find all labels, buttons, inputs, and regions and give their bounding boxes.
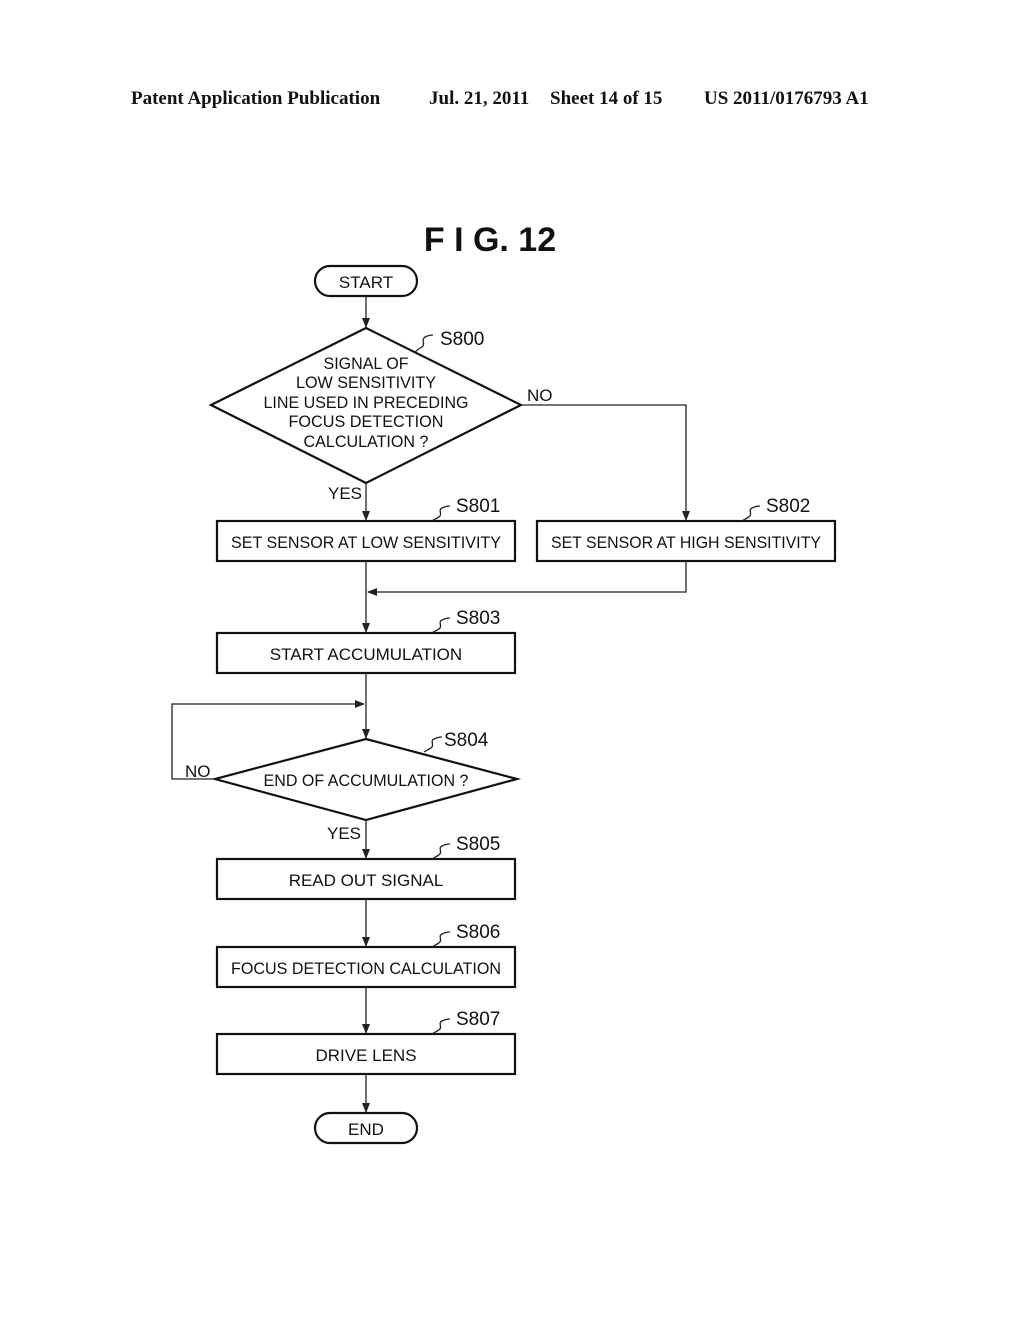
decision-s800: SIGNAL OF LOW SENSITIVITY LINE USED IN P… [208, 326, 524, 485]
end-terminal: END [313, 1111, 419, 1145]
decision-s804: END OF ACCUMULATION ? S804 [210, 730, 522, 822]
leader-s807 [431, 1018, 451, 1035]
leader-s801 [431, 505, 451, 522]
leader-s806 [431, 931, 451, 948]
branch-label-s800-yes: YES [328, 484, 362, 503]
end-label: END [348, 1120, 384, 1139]
step-id-s805: S805 [456, 834, 500, 855]
step-id-s807: S807 [456, 1009, 500, 1030]
step-id-s802: S802 [766, 496, 810, 517]
step-id-s801: S801 [456, 496, 500, 517]
leader-s805 [431, 843, 451, 860]
leader-s800 [414, 334, 434, 353]
decision-s800-line-5: CALCULATION ? [304, 432, 429, 451]
decision-s800-line-3: LINE USED IN PRECEDING [264, 393, 469, 412]
process-s801-label: SET SENSOR AT LOW SENSITIVITY [231, 533, 501, 552]
decision-s804-label: END OF ACCUMULATION ? [264, 771, 469, 790]
leader-s803 [431, 617, 451, 634]
branch-label-s804-no: NO [185, 762, 211, 781]
process-s807-label: DRIVE LENS [315, 1046, 416, 1065]
process-s806-label: FOCUS DETECTION CALCULATION [231, 959, 501, 978]
flowchart: F I G. 12 START SIGNAL OF LOW SENSITIVIT… [171, 221, 837, 1145]
decision-s800-line-1: SIGNAL OF [324, 354, 409, 373]
process-s803-label: START ACCUMULATION [270, 645, 462, 664]
figure-title: F I G. 12 [424, 221, 556, 259]
leader-s804 [423, 736, 443, 753]
connector-s802-merge [367, 561, 687, 596]
leader-s802 [741, 505, 761, 522]
process-s805-label: READ OUT SIGNAL [289, 871, 444, 890]
branch-label-s800-no: NO [527, 386, 553, 405]
step-id-s806: S806 [456, 922, 500, 943]
process-s802-label: SET SENSOR AT HIGH SENSITIVITY [551, 533, 821, 552]
start-terminal: START [313, 264, 419, 298]
decision-s800-line-4: FOCUS DETECTION [289, 412, 444, 431]
decision-s800-line-2: LOW SENSITIVITY [296, 373, 436, 392]
step-id-s803: S803 [456, 608, 500, 629]
branch-label-s804-yes: YES [327, 824, 361, 843]
start-label: START [339, 273, 393, 292]
connector-s800-no-s802 [521, 404, 690, 521]
step-id-s800: S800 [440, 329, 484, 350]
step-id-s804: S804 [444, 730, 489, 751]
